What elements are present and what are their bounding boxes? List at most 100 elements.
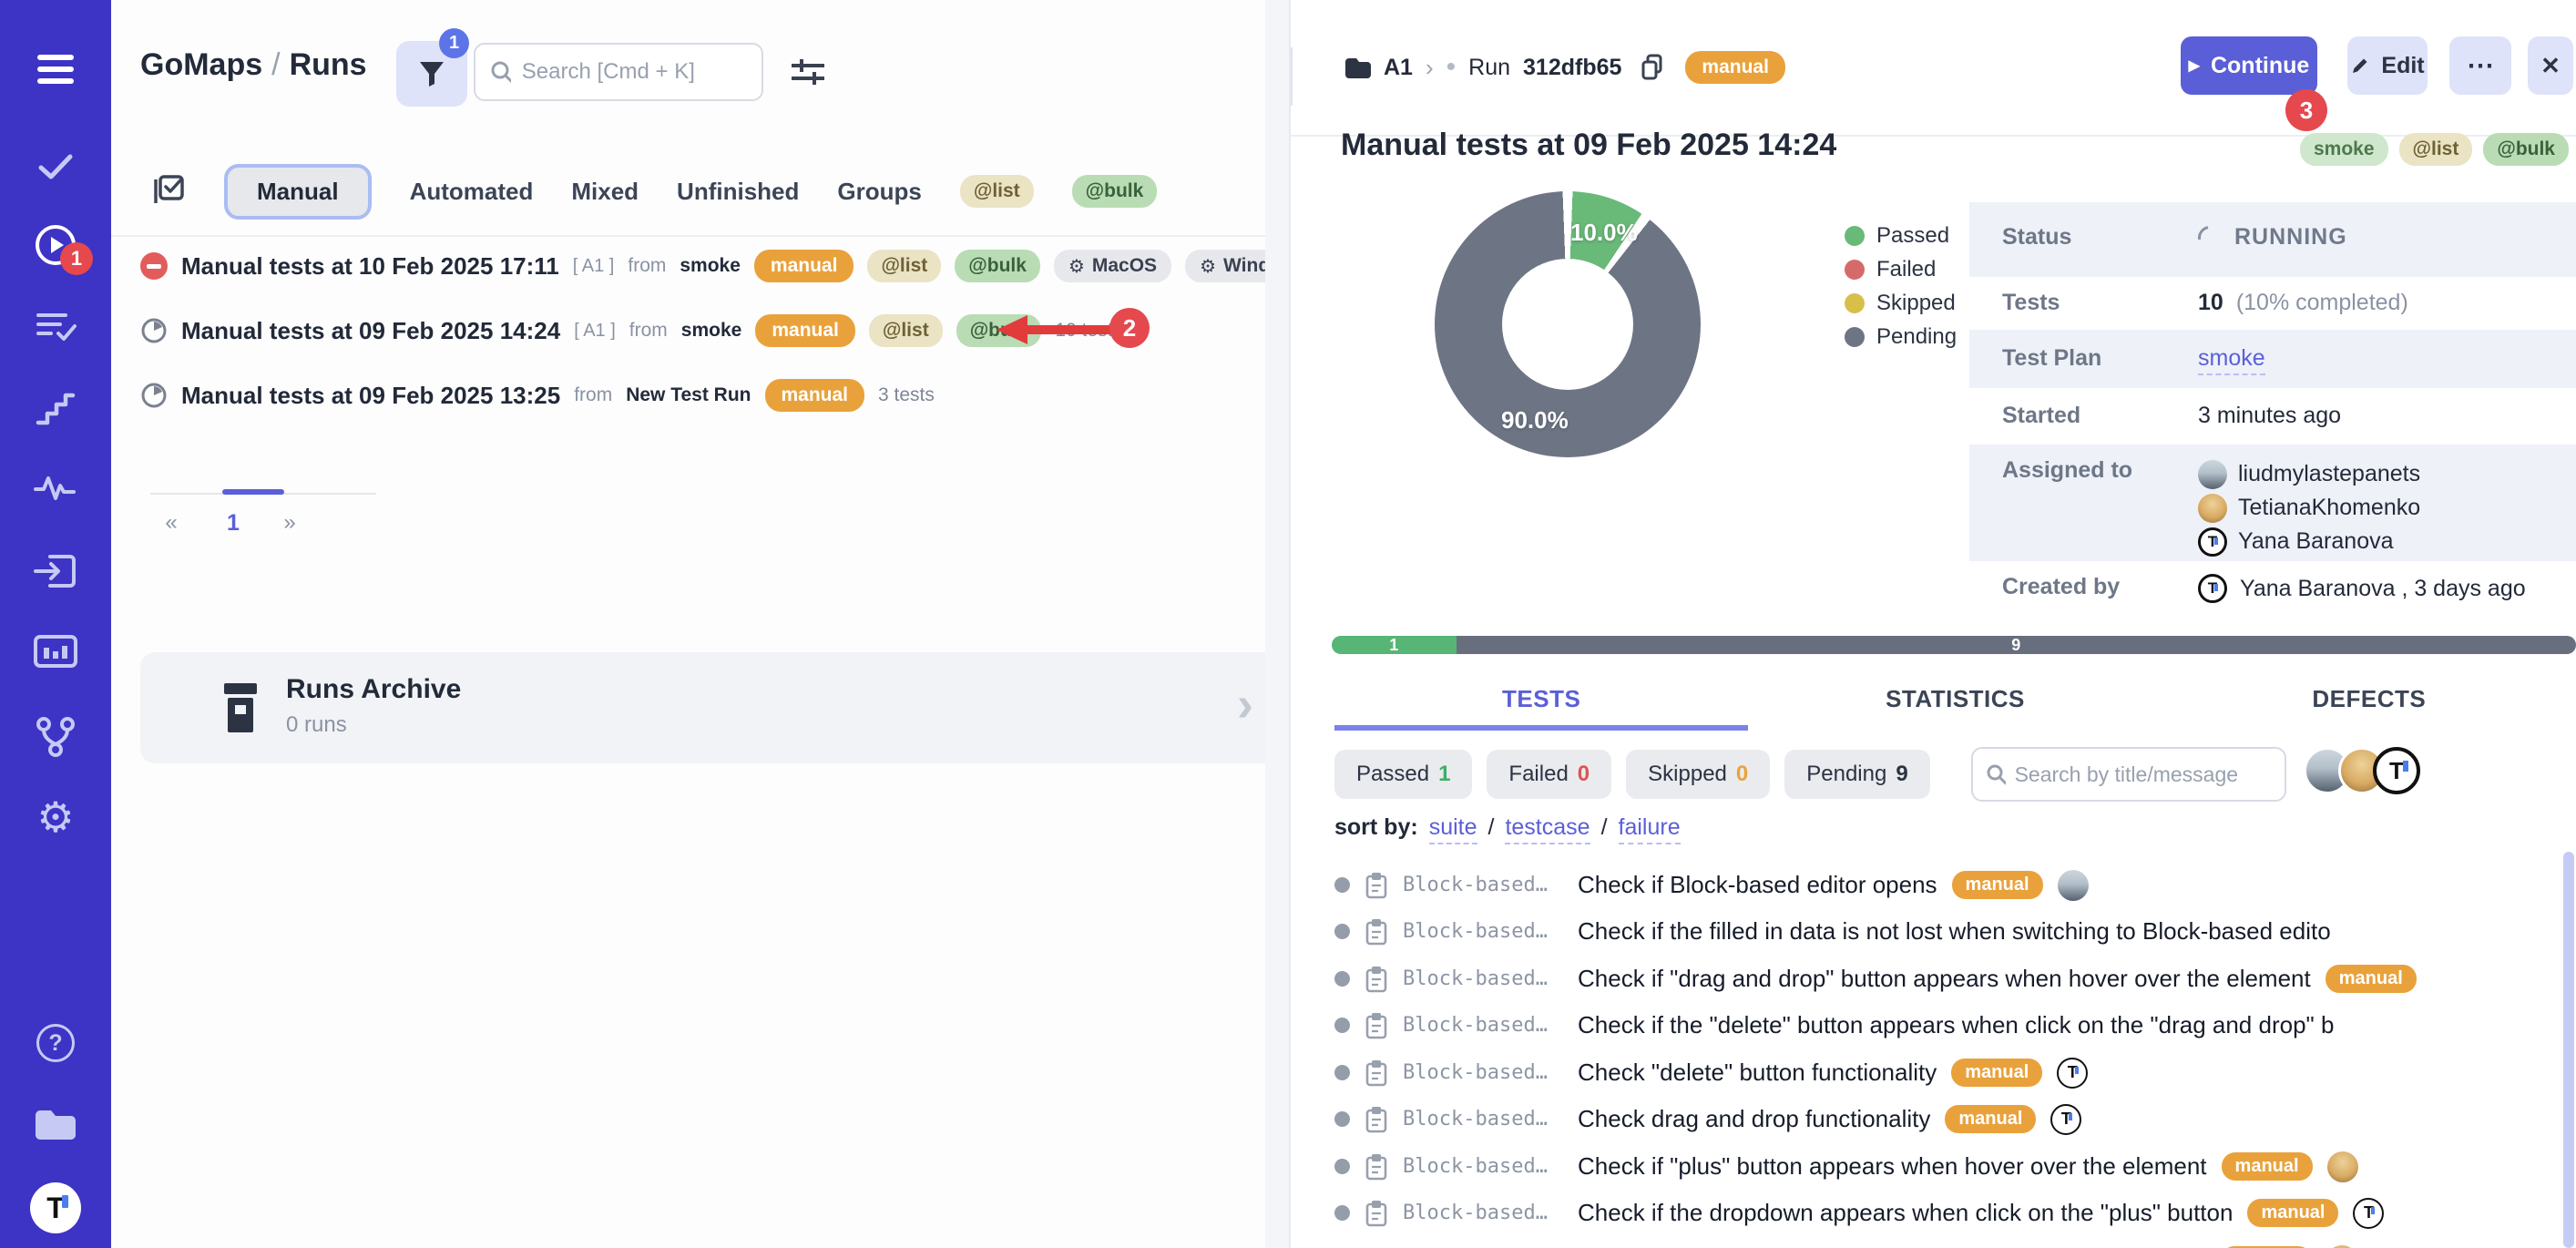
user-avatar-button[interactable] (0, 1182, 111, 1233)
runs-archive-card[interactable]: Runs Archive 0 runs › (140, 652, 1284, 763)
manual-badge: manual (2326, 965, 2417, 993)
env-chip-macos: ⚙MacOS (1054, 250, 1171, 282)
checkbox-list-icon (151, 172, 186, 207)
tab-unfinished[interactable]: Unfinished (677, 178, 799, 206)
test-row[interactable]: Block-based… Check if the dropdown appea… (1334, 1190, 2576, 1236)
passed-dot (1845, 226, 1865, 246)
pagination-active-indicator (222, 489, 284, 495)
chip-skipped[interactable]: Skipped0 (1626, 750, 1770, 799)
sidebar-item-testcases[interactable] (0, 146, 111, 186)
continue-button[interactable]: ▶ Continue (2181, 36, 2317, 95)
pagination-page-1[interactable]: 1 (215, 510, 251, 537)
sidebar-item-runs-active[interactable] (0, 222, 111, 268)
breadcrumb-suite[interactable]: A1 (1384, 55, 1413, 81)
close-button[interactable]: ✕ (2528, 36, 2573, 95)
sort-by-failure[interactable]: failure (1619, 814, 1681, 844)
sidebar-item-activity[interactable] (0, 469, 111, 506)
tab-defects[interactable]: DEFECTS (2162, 676, 2576, 731)
test-row[interactable]: Block-based… Check "delete" button funct… (1334, 1049, 2576, 1096)
test-row[interactable]: Block-based… Check if Block-based editor… (1334, 862, 2576, 908)
assignee-avatars[interactable] (2304, 747, 2420, 794)
run-title[interactable]: Manual tests at 10 Feb 2025 17:11 (181, 252, 559, 281)
gear-icon: ⚙ (1068, 257, 1085, 275)
sidebar-item-projects[interactable] (0, 1104, 111, 1142)
sidebar-item-milestones[interactable] (0, 390, 111, 428)
copy-icon[interactable] (1640, 53, 1665, 82)
assignee: Yana Baranova (2198, 525, 2420, 558)
legend-item: Failed (1845, 252, 1957, 286)
sidebar-item-reports[interactable] (0, 633, 111, 670)
tab-manual[interactable]: Manual (224, 164, 372, 220)
chip-passed[interactable]: Passed1 (1334, 750, 1472, 799)
smoke-tag-badge[interactable]: smoke (2300, 133, 2388, 166)
gear-icon: ⚙ (1200, 257, 1216, 275)
pulse-icon (34, 469, 77, 506)
test-row[interactable]: Block-based… Check drag and drop functio… (1334, 1096, 2576, 1142)
test-row[interactable]: Block-based… Check if the "delete" butto… (1334, 1002, 2576, 1049)
list-tag-badge[interactable]: @list (2399, 133, 2473, 166)
sidebar-item-settings[interactable]: ⚙ (0, 796, 111, 838)
edit-button[interactable]: Edit (2347, 36, 2428, 95)
pending-status-dot (1334, 971, 1350, 987)
tab-groups[interactable]: Groups (837, 178, 921, 206)
info-row-plan: Test Plan smoke (1969, 330, 2576, 388)
archive-title: Runs Archive (286, 674, 461, 705)
run-ref: [ A1 ] (573, 256, 615, 277)
search-input[interactable] (522, 59, 747, 85)
project-name[interactable]: GoMaps (140, 47, 262, 82)
tab-mixed[interactable]: Mixed (571, 178, 639, 206)
page-title: Runs (290, 47, 367, 82)
menu-button[interactable] (0, 51, 111, 87)
view-settings-button[interactable] (787, 51, 829, 93)
chip-failed[interactable]: Failed0 (1487, 750, 1611, 799)
chevron-right-icon: › (1237, 676, 1253, 732)
user-avatar (2326, 1245, 2357, 1248)
test-plan-link[interactable]: smoke (2198, 345, 2265, 375)
assignee: TetianaKhomenko (2198, 491, 2420, 525)
select-all-button[interactable] (151, 172, 186, 211)
manual-badge: manual (1951, 1059, 2042, 1087)
run-source: smoke (681, 320, 742, 342)
sort-by-suite[interactable]: suite (1429, 814, 1477, 844)
run-title[interactable]: Manual tests at 09 Feb 2025 14:24 (181, 317, 560, 345)
testcase-icon (1365, 1153, 1388, 1181)
scrollbar[interactable] (2563, 852, 2574, 1248)
tab-statistics[interactable]: STATISTICS (1748, 676, 2162, 731)
testcase-icon (1365, 1200, 1388, 1227)
test-row[interactable]: Block-based… Check if "drag and drop" bu… (1334, 956, 2576, 1002)
detail-breadcrumb: A1 › • Run 312dfb65 manual (1344, 51, 1785, 84)
detail-tabs: TESTS STATISTICS DEFECTS (1334, 676, 2576, 731)
runs-panel: GoMaps/Runs 1 Manual Automated Mixed Unf… (111, 0, 1289, 1248)
run-title[interactable]: Manual tests at 09 Feb 2025 13:25 (181, 382, 560, 410)
filter-count-badge: 1 (439, 28, 469, 58)
tag-filter-list[interactable]: @list (960, 175, 1034, 208)
logo-avatar (2353, 1198, 2384, 1229)
manual-badge: manual (755, 314, 855, 347)
sidebar-item-environments[interactable] (0, 715, 111, 757)
failed-dot (1845, 260, 1865, 280)
panel-close-button[interactable]: ✕ (1289, 47, 1293, 106)
archive-icon (217, 681, 264, 734)
tests-search-input[interactable] (2015, 762, 2272, 787)
bulk-tag-badge[interactable]: @bulk (2483, 133, 2569, 166)
run-row[interactable]: Manual tests at 09 Feb 2025 14:24 [ A1 ]… (140, 299, 1122, 363)
test-row[interactable]: Block-based… manual (1334, 1237, 2576, 1248)
run-row[interactable]: Manual tests at 09 Feb 2025 13:25 from N… (140, 363, 935, 427)
pagination-next[interactable]: » (271, 510, 308, 536)
runs-search (474, 43, 763, 101)
run-row[interactable]: Manual tests at 10 Feb 2025 17:11 [ A1 ]… (140, 234, 1289, 298)
sort-by-testcase[interactable]: testcase (1505, 814, 1590, 844)
test-row[interactable]: Block-based… Check if "plus" button appe… (1334, 1143, 2576, 1190)
detail-header: A1 › • Run 312dfb65 manual ▶ Continue Ed… (1291, 0, 2576, 137)
test-row[interactable]: Block-based… Check if the filled in data… (1334, 908, 2576, 955)
pagination-prev[interactable]: « (153, 510, 189, 536)
tag-filter-bulk[interactable]: @bulk (1072, 175, 1158, 208)
chip-pending[interactable]: Pending9 (1784, 750, 1929, 799)
sidebar-item-inbox[interactable] (0, 551, 111, 591)
breadcrumb-run-id[interactable]: 312dfb65 (1523, 55, 1621, 81)
help-button[interactable] (0, 1024, 111, 1062)
sidebar-item-plans[interactable] (0, 308, 111, 348)
tab-automated[interactable]: Automated (410, 178, 534, 206)
tab-tests[interactable]: TESTS (1334, 676, 1748, 731)
more-button[interactable]: ⋯ (2449, 36, 2511, 95)
